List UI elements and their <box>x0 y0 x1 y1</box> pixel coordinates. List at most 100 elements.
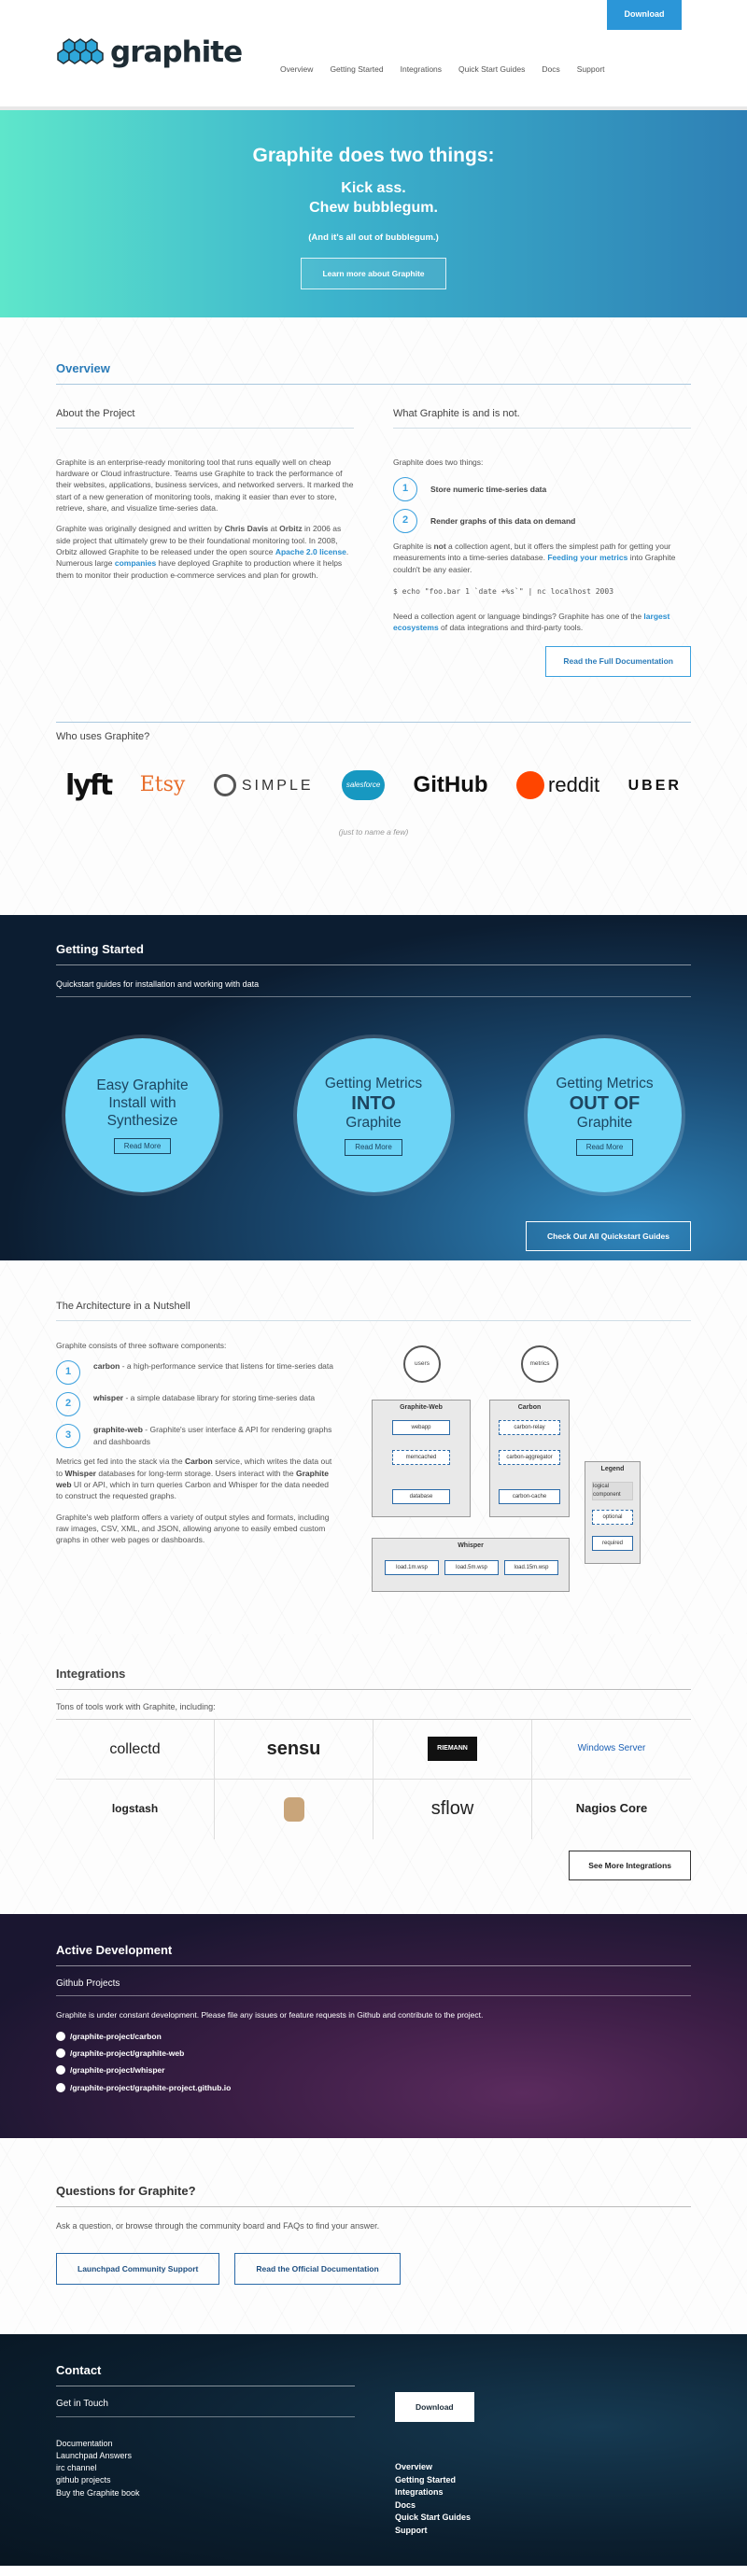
carbon-cache-box: carbon-cache <box>499 1488 560 1504</box>
footer-nav-getting-started[interactable]: Getting Started <box>395 2475 456 2485</box>
footer-link-github[interactable]: github projects <box>56 2475 111 2485</box>
overview-section: Overview About the Project Graphite is a… <box>0 317 747 915</box>
uber-logo: UBER <box>627 777 682 794</box>
official-docs-button[interactable]: Read the Official Documentation <box>234 2252 401 2286</box>
dev-text: Graphite is under constant development. … <box>56 2010 484 2020</box>
repo-link-github-io[interactable]: /graphite-project/graphite-project.githu… <box>56 2082 691 2093</box>
customer-logos: lyft Etsy SIMPLE salesforce GitHub reddi… <box>56 766 691 807</box>
divider <box>56 1964 691 1966</box>
contact-section: Contact Get in Touch Documentation Launc… <box>0 2334 747 2566</box>
footer-nav-docs[interactable]: Docs <box>395 2500 416 2510</box>
collectd-logo[interactable]: collectd <box>56 1719 215 1780</box>
nav-quick-start-guides[interactable]: Quick Start Guides <box>458 63 525 75</box>
number-1-icon: 1 <box>393 477 417 502</box>
repo-link-whisper[interactable]: /graphite-project/whisper <box>56 2064 691 2076</box>
companies-link[interactable]: companies <box>115 558 156 568</box>
windows-server-logo[interactable]: Windows Server <box>532 1720 691 1780</box>
footer-link-documentation[interactable]: Documentation <box>56 2439 113 2448</box>
etsy-logo: Etsy <box>139 773 186 797</box>
what-intro: Graphite does two things: <box>393 457 484 467</box>
hubot-logo[interactable] <box>215 1779 374 1839</box>
launchpad-support-button[interactable]: Launchpad Community Support <box>56 2252 220 2286</box>
sensu-logo[interactable]: sensu <box>215 1719 374 1780</box>
read-more-button[interactable]: Read More <box>575 1138 634 1156</box>
github-icon <box>56 2065 65 2076</box>
graphite-hex-logo-icon <box>57 38 104 65</box>
see-more-integrations-button[interactable]: See More Integrations <box>569 1851 691 1881</box>
github-icon <box>56 2082 65 2092</box>
quickstart-card-synthesize[interactable]: Easy Graphite Install with Synthesize Re… <box>65 1037 219 1192</box>
nav-overview[interactable]: Overview <box>280 63 313 75</box>
hero-line-2: Chew bubblegum. <box>309 200 438 217</box>
footer-link-irc[interactable]: irc channel <box>56 2463 97 2472</box>
learn-more-button[interactable]: Learn more about Graphite <box>301 257 446 290</box>
sflow-logo[interactable]: sflow <box>374 1779 532 1839</box>
logstash-logo[interactable]: logstash <box>56 1779 215 1839</box>
riemann-logo[interactable]: RIEMANN <box>374 1719 532 1780</box>
hubot-icon <box>283 1796 304 1822</box>
users-node: users <box>403 1344 441 1383</box>
footer-link-launchpad[interactable]: Launchpad Answers <box>56 2451 132 2460</box>
whisper-label: Whisper <box>458 1541 484 1549</box>
read-more-button[interactable]: Read More <box>345 1138 402 1156</box>
divider <box>56 2205 691 2207</box>
step-item: 2 Render graphs of this data on demand <box>393 509 691 534</box>
integrations-grid: collectd sensu RIEMANN Windows Server lo… <box>56 1719 691 1839</box>
all-quickstart-guides-button[interactable]: Check Out All Quickstart Guides <box>526 1221 691 1252</box>
download-button[interactable]: Download <box>607 0 682 30</box>
integrations-title: Integrations <box>56 1667 126 1681</box>
component-item: 3 graphite-web - Graphite's user interfa… <box>56 1424 336 1449</box>
integrations-section: Integrations Tons of tools work with Gra… <box>0 1634 747 1914</box>
main-nav: Overview Getting Started Integrations Qu… <box>280 63 605 75</box>
nav-support[interactable]: Support <box>577 63 605 75</box>
github-icon <box>56 2031 65 2041</box>
code-sample: $ echo "foo.bar 1 `date +%s`" | nc local… <box>393 587 614 597</box>
nav-integrations[interactable]: Integrations <box>401 63 442 75</box>
footer-nav-support[interactable]: Support <box>395 2526 428 2535</box>
simple-circle-icon <box>213 774 236 797</box>
divider <box>56 1688 691 1690</box>
repo-link-graphite-web[interactable]: /graphite-project/graphite-web <box>56 2048 691 2059</box>
footer-nav: Overview Getting Started Integrations Do… <box>395 2461 474 2537</box>
repo-list: /graphite-project/carbon /graphite-proje… <box>56 2031 691 2093</box>
footer-nav-quick-start[interactable]: Quick Start Guides <box>395 2513 471 2522</box>
number-2-icon: 2 <box>393 509 417 534</box>
memcached-box: memcached <box>392 1449 450 1465</box>
quickstart-card-metrics-into[interactable]: Getting Metrics INTO Graphite Read More <box>296 1037 451 1192</box>
quickstart-card-metrics-out[interactable]: Getting Metrics OUT OF Graphite Read Mor… <box>528 1037 682 1192</box>
what-title: What Graphite is and is not. <box>393 407 691 429</box>
contact-links: Documentation Launchpad Answers irc chan… <box>56 2438 355 2499</box>
logo[interactable]: graphite <box>56 32 243 74</box>
nav-docs[interactable]: Docs <box>542 63 559 75</box>
not-agent-text: Graphite is not a collection agent, but … <box>393 542 676 574</box>
getting-started-section: Getting Started Quickstart guides for in… <box>0 915 747 1260</box>
github-logo: GitHub <box>413 771 488 797</box>
feeding-metrics-link[interactable]: Feeding your metrics <box>547 553 627 562</box>
contact-title: Contact <box>56 2363 102 2377</box>
nav-getting-started[interactable]: Getting Started <box>330 63 383 75</box>
reddit-alien-icon <box>516 771 545 800</box>
apache-license-link[interactable]: Apache 2.0 license <box>275 547 346 556</box>
footer-nav-overview[interactable]: Overview <box>395 2462 432 2471</box>
nagios-core-logo[interactable]: Nagios Core <box>532 1780 691 1839</box>
step-item: 1 Store numeric time-series data <box>393 477 691 502</box>
hero-title: Graphite does two things: <box>252 145 495 166</box>
read-more-button[interactable]: Read More <box>113 1137 172 1155</box>
footer-download-button[interactable]: Download <box>395 2392 474 2423</box>
whisper-file: load.5m.wsp <box>444 1559 499 1575</box>
questions-text: Ask a question, or browse through the co… <box>56 2220 380 2231</box>
ecosystem-text: Need a collection agent or language bind… <box>393 611 670 632</box>
what-column: What Graphite is and is not. Graphite do… <box>393 407 691 677</box>
number-3-icon: 3 <box>56 1424 80 1449</box>
architecture-flow: Metrics get fed into the stack via the C… <box>56 1457 332 1501</box>
repo-link-carbon[interactable]: /graphite-project/carbon <box>56 2031 691 2042</box>
carbon-label: Carbon <box>517 1403 542 1411</box>
active-development-section: Active Development Github Projects Graph… <box>0 1914 747 2138</box>
footer-nav-integrations[interactable]: Integrations <box>395 2487 444 2497</box>
legend-required: required <box>592 1535 633 1551</box>
read-docs-button[interactable]: Read the Full Documentation <box>545 646 691 677</box>
questions-section: Questions for Graphite? Ask a question, … <box>0 2138 747 2334</box>
about-paragraph-2: Graphite was originally designed and wri… <box>56 524 349 580</box>
footer-link-book[interactable]: Buy the Graphite book <box>56 2488 140 2498</box>
site-header: graphite Overview Getting Started Integr… <box>0 0 747 110</box>
